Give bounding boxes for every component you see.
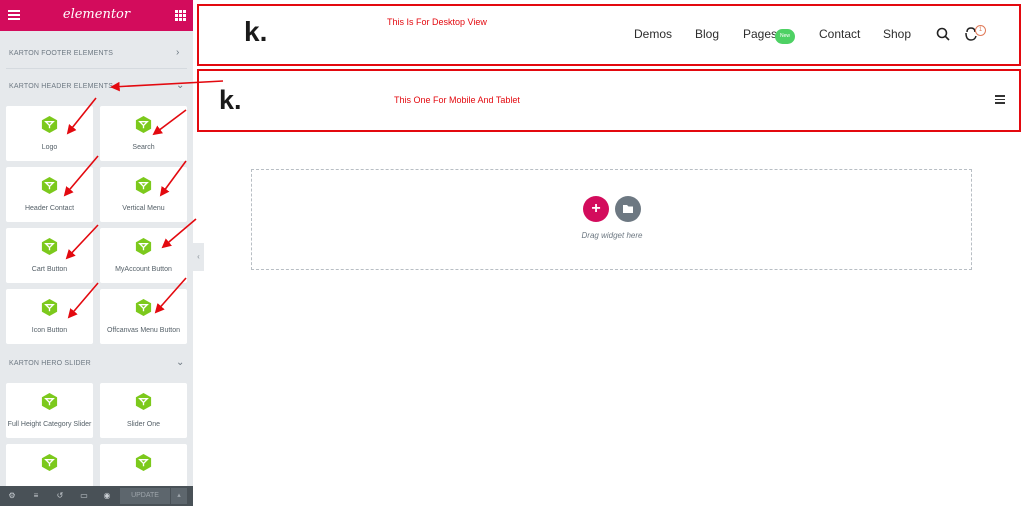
new-badge: New [775,29,795,44]
mobile-annotation-note: This One For Mobile And Tablet [394,95,520,105]
nav-blog[interactable]: Blog [695,27,719,41]
elementor-panel: elementor KARTON FOOTER ELEMENTS › KARTO… [0,0,193,506]
mobile-header-frame [197,69,1021,132]
chevron-right-icon: › [176,47,180,58]
settings-gear-icon[interactable]: ⚙ [8,492,16,500]
widget-logo[interactable]: Logo [6,106,93,161]
karton-widget-icon [135,392,152,411]
karton-widget-icon [41,115,58,134]
layers-icon[interactable]: ≡ [32,492,40,500]
add-section-plus-icon[interactable]: + [583,196,609,222]
chevron-down-icon: ⌄ [176,357,185,368]
panel-header: elementor [0,0,193,31]
desktop-annotation-note: This Is For Desktop View [387,17,487,27]
search-icon[interactable] [936,27,950,41]
nav-contact[interactable]: Contact [819,27,860,41]
widget-slider-one[interactable]: Slider One [100,383,187,438]
nav-pages[interactable]: Pages [743,27,777,41]
karton-widget-icon [135,115,152,134]
widget-offcanvas-menu-button[interactable]: Offcanvas Menu Button [100,289,187,344]
chevron-down-icon: ⌄ [176,80,185,91]
widget-title: Slider One [126,421,161,428]
widget-title: Vertical Menu [122,205,165,212]
category-label: KARTON HERO SLIDER [9,360,91,367]
nav-shop[interactable]: Shop [883,27,911,41]
update-button[interactable]: UPDATE [120,488,170,504]
elementor-logo: elementor [62,7,131,22]
category-label: KARTON HEADER ELEMENTS [9,83,114,90]
category-header-elements[interactable]: KARTON HEADER ELEMENTS ⌄ [0,77,193,97]
karton-widget-icon [41,298,58,317]
widget-title: Logo [41,144,58,151]
widget-title: Full Height Category Slider [7,421,92,428]
karton-widget-icon [135,176,152,195]
category-label: KARTON FOOTER ELEMENTS [9,50,114,57]
widget-full-height-category-slider[interactable]: Full Height Category Slider [6,383,93,438]
preview-eye-icon[interactable]: ◉ [103,492,111,500]
nav-demos[interactable]: Demos [634,27,672,41]
karton-widget-icon [41,453,58,472]
divider [6,68,187,69]
widget-title: Icon Button [31,327,68,334]
karton-widget-icon [41,392,58,411]
widget-title: Offcanvas Menu Button [106,327,181,334]
widget-title: Cart Button [31,266,68,273]
responsive-monitor-icon[interactable]: ▭ [80,492,88,500]
widgets-grid-icon[interactable] [175,10,186,21]
widget-icon-button[interactable]: Icon Button [6,289,93,344]
update-options-chevron-up-icon[interactable]: ▴ [171,488,187,504]
history-icon[interactable]: ↺ [56,492,64,500]
drag-widget-hint: Drag widget here [581,231,643,240]
panel-footer: ⚙ ≡ ↺ ▭ ◉ UPDATE ▴ [0,486,193,506]
category-footer-elements[interactable]: KARTON FOOTER ELEMENTS › [0,44,193,64]
desktop-site-logo[interactable]: k. [244,16,267,48]
widget-vertical-menu[interactable]: Vertical Menu [100,167,187,222]
mobile-site-logo[interactable]: k. [219,85,242,116]
widget-title: Header Contact [24,205,75,212]
widget-header-contact[interactable]: Header Contact [6,167,93,222]
widget-title: MyAccount Button [115,266,172,273]
cart-count-badge: 1 [975,25,986,36]
mobile-menu-hamburger-icon[interactable] [995,95,1005,104]
karton-widget-icon [41,176,58,195]
widget-title: Search [132,144,155,151]
empty-section-drop-area[interactable] [251,169,972,270]
folder-icon [623,205,633,213]
add-template-folder-icon[interactable] [615,196,641,222]
karton-widget-icon [135,298,152,317]
collapse-panel-chevron-left-icon[interactable]: ‹ [193,243,204,271]
category-hero-slider[interactable]: KARTON HERO SLIDER ⌄ [0,354,193,374]
widget-search[interactable]: Search [100,106,187,161]
karton-widget-icon [135,453,152,472]
